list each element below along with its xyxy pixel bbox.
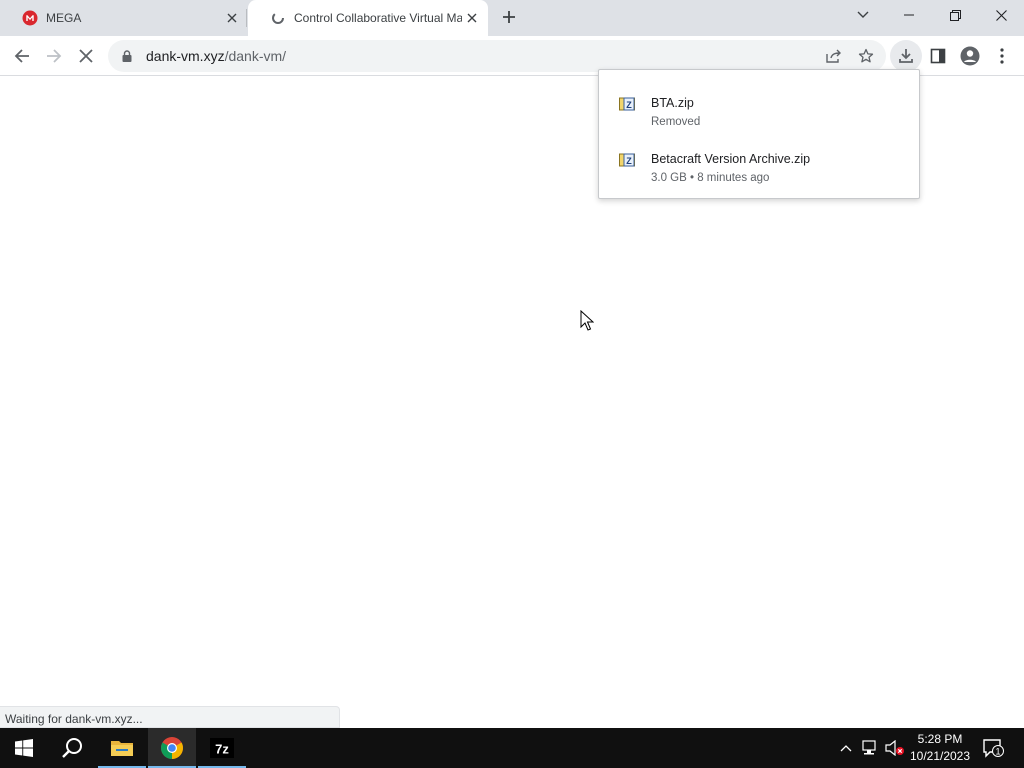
svg-text:7z: 7z [215,742,229,757]
download-status: 3.0 GB • 8 minutes ago [651,172,770,184]
search-icon[interactable] [48,728,96,768]
url-text[interactable]: dank-vm.xyz/dank-vm/ [146,48,286,64]
clock-time: 5:28 PM [917,732,963,746]
tab-control-collaborative[interactable]: Control Collaborative Virtual Ma [248,0,488,36]
forward-button[interactable] [38,40,70,72]
download-filename: BTA.zip [651,96,694,110]
mouse-cursor-icon [580,310,594,331]
stop-loading-button[interactable] [70,40,102,72]
loading-spinner-icon [270,10,286,26]
notification-count: 1 [995,747,1000,757]
minimize-button[interactable] [886,0,932,30]
download-filename: Betacraft Version Archive.zip [651,152,811,166]
share-icon[interactable] [820,44,848,68]
download-item[interactable]: Z Betacraft Version Archive.zip 3.0 GB •… [599,146,919,194]
file-explorer-icon[interactable] [98,728,146,768]
tab-search-chevron-icon[interactable] [840,0,886,30]
url-host: dank-vm.xyz [146,48,225,64]
download-status: Removed [651,116,701,128]
address-bar[interactable]: dank-vm.xyz/dank-vm/ [108,40,886,72]
show-hidden-icons-chevron[interactable] [836,728,856,768]
tab-separator [246,9,247,27]
tab-strip: MEGA Control Collaborative Virtual Ma [0,0,1024,36]
profile-avatar-icon[interactable] [954,40,986,72]
svg-text:Z: Z [626,156,632,166]
menu-kebab-icon[interactable] [986,40,1018,72]
mega-logo-icon [22,10,38,26]
download-item[interactable]: Z BTA.zip Removed [599,90,919,138]
status-bubble: Waiting for dank-vm.xyz... [0,706,340,728]
taskbar: 7z 5:28 PM 10/21/2023 1 [0,728,1024,768]
tab-title: MEGA [46,11,82,25]
close-window-button[interactable] [978,0,1024,30]
tab-title: Control Collaborative Virtual Ma [294,11,462,25]
lock-icon[interactable] [120,49,134,63]
close-tab-icon[interactable] [222,8,242,28]
back-button[interactable] [6,40,38,72]
chrome-icon[interactable] [148,728,196,768]
downloads-bubble: Z BTA.zip Removed Z Betacraft Version Ar… [598,69,920,199]
side-panel-icon[interactable] [922,40,954,72]
system-clock[interactable]: 5:28 PM 10/21/2023 [900,728,980,768]
clock-date: 10/21/2023 [909,749,971,763]
start-icon[interactable] [0,728,48,768]
new-tab-button[interactable] [497,5,521,29]
notification-center-icon[interactable]: 1 [978,728,1008,768]
zip-archive-icon: Z [619,96,635,112]
network-icon[interactable] [860,728,882,768]
url-path: /dank-vm/ [224,48,287,64]
downloads-button[interactable] [890,40,922,72]
svg-text:Z: Z [626,100,632,110]
zip-archive-icon: Z [619,152,635,168]
close-tab-icon[interactable] [462,8,482,28]
bookmark-star-icon[interactable] [852,44,880,68]
tab-mega[interactable]: MEGA [0,0,246,36]
7zip-icon[interactable]: 7z [198,728,246,768]
restore-button[interactable] [932,0,978,30]
